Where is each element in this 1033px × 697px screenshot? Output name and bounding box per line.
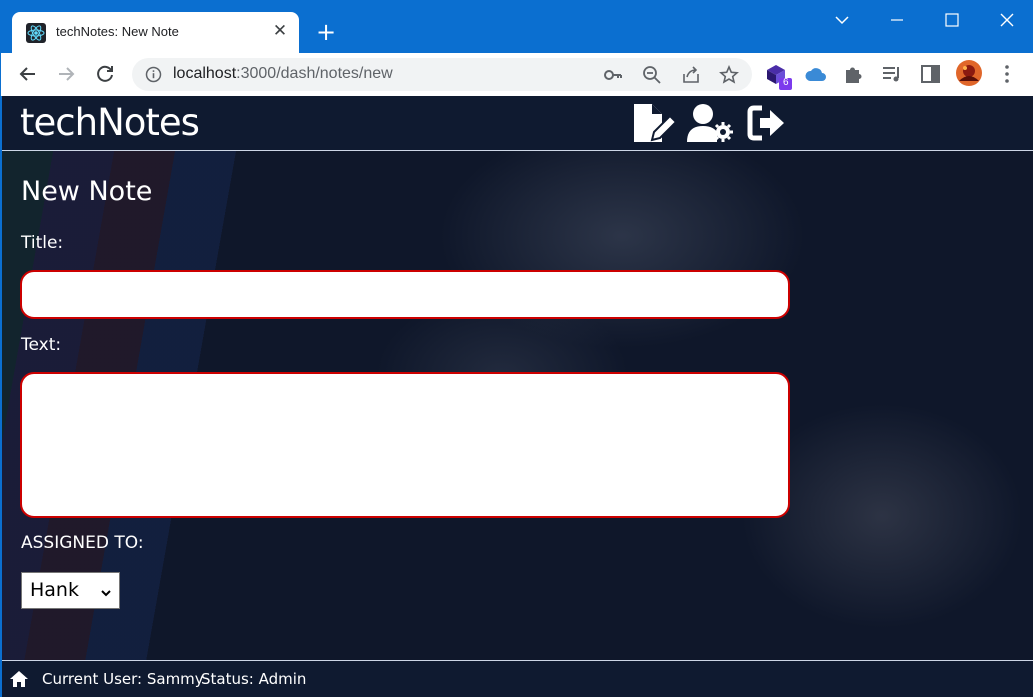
app-page: techNotes New Note Title: Text: ASSIGNED… <box>2 96 1033 697</box>
bookmark-star-icon[interactable] <box>719 64 739 85</box>
logout-icon[interactable] <box>746 102 788 144</box>
title-input[interactable] <box>20 270 790 319</box>
profile-avatar[interactable] <box>955 59 985 89</box>
title-label: Title: <box>21 233 64 253</box>
site-info-icon[interactable] <box>145 66 162 83</box>
minimize-icon[interactable] <box>886 9 908 31</box>
tab-close-icon[interactable]: ✕ <box>270 21 290 41</box>
app-logo[interactable]: techNotes <box>20 101 200 144</box>
key-icon[interactable] <box>603 65 623 85</box>
new-tab-button[interactable]: + <box>314 20 338 44</box>
url-host: localhost <box>173 65 237 82</box>
new-note-icon[interactable] <box>632 102 678 144</box>
current-user-text: Current User: Sammy <box>42 670 204 688</box>
back-arrow-icon[interactable] <box>16 62 40 86</box>
assigned-to-select[interactable]: Hank <box>21 572 120 609</box>
zoom-out-icon[interactable] <box>642 65 662 85</box>
assigned-to-value: Hank <box>30 579 79 601</box>
form-title: New Note <box>21 176 153 207</box>
app-footer: Current User: Sammy Status: Admin <box>2 660 1033 697</box>
react-favicon-icon <box>26 23 46 43</box>
home-icon[interactable] <box>9 670 29 688</box>
browser-toolbar: localhost:3000/dash/notes/new 6 <box>1 53 1033 96</box>
browser-tab[interactable]: techNotes: New Note ✕ <box>12 12 299 53</box>
address-bar[interactable]: localhost:3000/dash/notes/new <box>132 58 752 91</box>
tab-search-chevron-icon[interactable] <box>831 9 853 31</box>
url-path: :3000/dash/notes/new <box>236 65 393 82</box>
side-panel-icon[interactable] <box>920 63 944 87</box>
app-header: techNotes <box>2 96 1033 151</box>
media-queue-icon[interactable] <box>881 63 905 87</box>
extension-cube-icon[interactable]: 6 <box>765 63 792 90</box>
cloud-icon[interactable] <box>804 63 828 87</box>
tab-title: techNotes: New Note <box>56 24 179 39</box>
reload-icon[interactable] <box>93 62 117 86</box>
user-settings-icon[interactable] <box>685 102 735 144</box>
maximize-icon[interactable] <box>941 9 963 31</box>
browser-menu-icon[interactable] <box>996 63 1020 87</box>
share-icon[interactable] <box>681 65 701 85</box>
extensions-puzzle-icon[interactable] <box>842 63 866 87</box>
browser-window: techNotes: New Note ✕ + localhost:3000/d… <box>0 0 1033 697</box>
text-textarea[interactable] <box>20 372 790 518</box>
close-window-icon[interactable] <box>996 9 1018 31</box>
title-bar: techNotes: New Note ✕ + <box>1 1 1033 53</box>
text-label: Text: <box>21 335 62 355</box>
status-text: Status: Admin <box>201 670 307 688</box>
forward-arrow-icon[interactable] <box>54 62 78 86</box>
url-text: localhost:3000/dash/notes/new <box>173 65 393 83</box>
extension-badge: 6 <box>783 77 789 88</box>
assigned-to-label: ASSIGNED TO: <box>21 533 144 553</box>
chevron-down-icon <box>99 583 113 597</box>
